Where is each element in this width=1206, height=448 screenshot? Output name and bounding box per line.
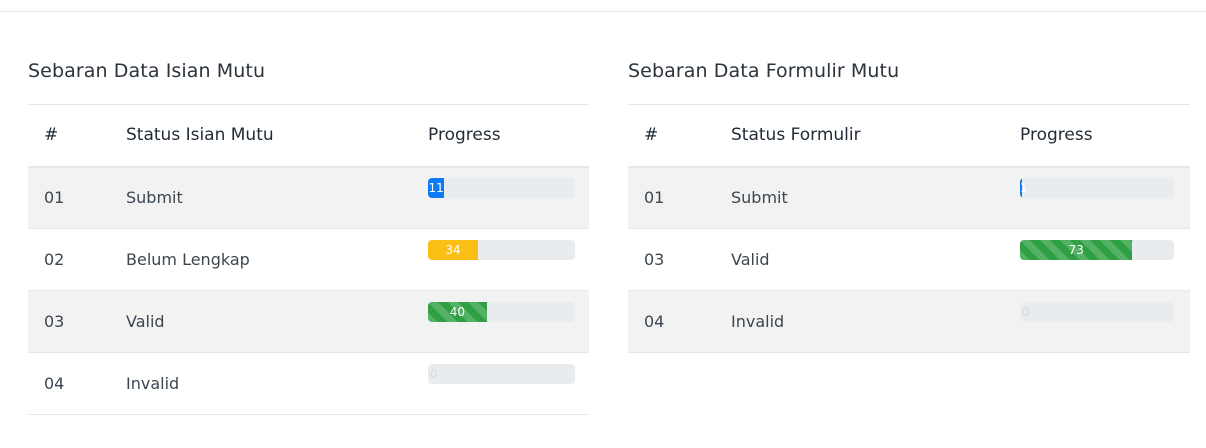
progress-bar: 1 [1020, 177, 1174, 198]
progress-value: 11 [428, 180, 444, 195]
row-progress-cell: 1 [1020, 167, 1190, 229]
table-header-row: # Status Isian Mutu Progress [28, 104, 589, 167]
header-progress: Progress [428, 125, 501, 146]
progress-value: 73 [1068, 242, 1084, 257]
progress-bar: 0 [428, 363, 575, 384]
table-row: 04 Invalid 0 [628, 290, 1190, 353]
row-progress-cell: 34 [428, 229, 589, 291]
progress-bar: 40 [428, 301, 575, 322]
row-status: Submit [731, 188, 788, 208]
header-number: # [644, 125, 659, 146]
row-status: Submit [126, 188, 183, 208]
row-status: Belum Lengkap [126, 250, 250, 269]
panel-title: Sebaran Data Isian Mutu [28, 60, 266, 82]
header-progress: Progress [1020, 125, 1093, 146]
row-number: 01 [44, 188, 65, 208]
formulir-mutu-table: # Status Formulir Progress 01 Submit 1 0… [628, 104, 1190, 353]
table-row: 01 Submit 1 [628, 166, 1190, 229]
table-row: 03 Valid 40 [28, 290, 589, 353]
row-number: 03 [644, 250, 665, 269]
progress-value: 34 [445, 242, 461, 257]
row-progress-cell: 73 [1020, 229, 1190, 291]
table-row: 01 Submit 11 [28, 166, 589, 229]
table-row: 03 Valid 73 [628, 229, 1190, 291]
header-status: Status Isian Mutu [126, 125, 274, 146]
row-status: Valid [126, 312, 165, 331]
progress-fill: 0 [428, 364, 575, 384]
row-progress-cell: 0 [1020, 291, 1190, 353]
row-progress-cell: 0 [428, 353, 589, 415]
progress-fill: 1 [1020, 177, 1028, 198]
progress-bar: 73 [1020, 239, 1174, 260]
progress-value: 0 [1022, 304, 1030, 319]
progress-fill: 40 [428, 301, 487, 322]
row-number: 02 [44, 250, 65, 269]
row-progress-cell: 40 [428, 291, 589, 353]
table-row: 02 Belum Lengkap 34 [28, 229, 589, 291]
progress-fill: 11 [428, 177, 445, 198]
progress-value: 1 [1020, 180, 1028, 195]
progress-value: 0 [430, 366, 438, 381]
progress-bar: 11 [428, 177, 575, 198]
header-status: Status Formulir [731, 125, 861, 146]
row-status: Invalid [731, 312, 785, 331]
top-divider [0, 11, 1206, 12]
isian-mutu-table: # Status Isian Mutu Progress 01 Submit 1… [28, 104, 589, 415]
panel-title: Sebaran Data Formulir Mutu [628, 60, 900, 82]
progress-fill: 0 [1020, 302, 1174, 322]
progress-bar: 0 [1020, 301, 1174, 322]
progress-fill: 73 [1020, 239, 1133, 260]
row-number: 04 [644, 312, 665, 331]
table-row: 04 Invalid 0 [28, 353, 589, 415]
row-number: 01 [644, 188, 665, 208]
row-number: 03 [44, 312, 65, 331]
row-number: 04 [44, 374, 65, 393]
progress-fill: 34 [428, 239, 478, 260]
row-status: Valid [731, 250, 770, 269]
progress-value: 40 [449, 304, 466, 319]
table-header-row: # Status Formulir Progress [628, 104, 1190, 167]
row-status: Invalid [126, 374, 180, 393]
progress-bar: 34 [428, 239, 575, 260]
header-number: # [44, 125, 59, 146]
row-progress-cell: 11 [428, 167, 589, 229]
